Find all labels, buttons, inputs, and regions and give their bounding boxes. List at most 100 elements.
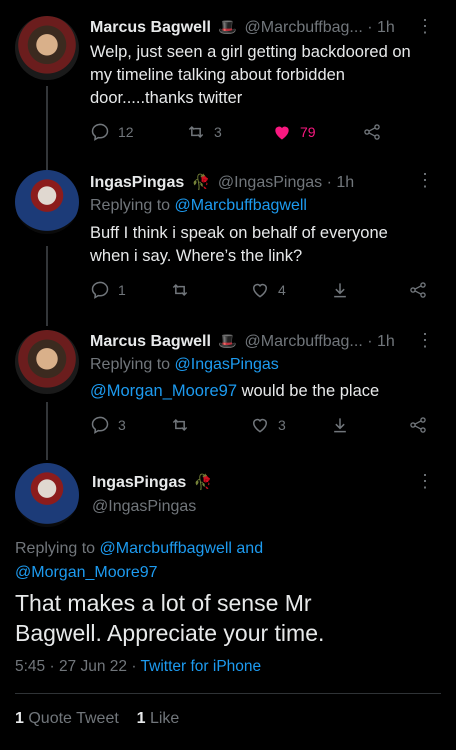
- name-emoji: 🥀: [191, 174, 211, 191]
- more-icon[interactable]: ⋮: [416, 170, 434, 191]
- tweet-3[interactable]: Marcus Bagwell 🎩 @Marcbuffbag... · 1h ⋮ …: [0, 320, 456, 455]
- user-handle-row: @IngasPingas: [92, 498, 196, 516]
- share-icon: [410, 417, 426, 433]
- bookmark-button[interactable]: [330, 415, 358, 435]
- tweet-stats: 1 Quote Tweet 1 Like: [15, 710, 179, 728]
- retweet-count: 3: [214, 124, 222, 140]
- retweet-icon: [188, 125, 204, 139]
- more-icon[interactable]: ⋮: [416, 330, 434, 351]
- timestamp[interactable]: · 1h: [367, 19, 395, 36]
- name-emoji: 🥀: [193, 474, 213, 491]
- avatar[interactable]: [15, 170, 79, 234]
- replying-to-and: and: [231, 540, 264, 557]
- main-tweet-text-line: Bagwell. Appreciate your time.: [15, 620, 325, 646]
- name-emoji: 🎩: [218, 19, 238, 36]
- replying-to-handle-2[interactable]: @Morgan_Moore97: [15, 564, 158, 581]
- like-label: Like: [149, 710, 180, 727]
- reply-button[interactable]: 1: [90, 280, 126, 300]
- retweet-icon: [172, 283, 188, 297]
- display-name[interactable]: IngasPingas: [92, 474, 186, 491]
- main-tweet-text-line: That makes a lot of sense Mr: [15, 590, 312, 616]
- user-handle[interactable]: @Marcbuffbag...: [245, 333, 363, 350]
- tweet-actions: 12 3 79: [90, 122, 430, 144]
- avatar[interactable]: [15, 16, 79, 80]
- download-icon: [334, 418, 346, 433]
- tweet-text: Buff I think i speak on behalf of everyo…: [90, 222, 440, 268]
- tweet-timestamp[interactable]: 5:45 · 27 Jun 22 ·: [15, 658, 137, 675]
- share-icon: [364, 124, 380, 140]
- reply-button[interactable]: 3: [90, 415, 126, 435]
- reply-count: 3: [118, 417, 126, 433]
- like-count: 1: [136, 710, 146, 727]
- replying-to-label: Replying to: [90, 197, 171, 214]
- tweet-text-line: Buff I think i speak on behalf of everyo…: [90, 224, 388, 242]
- reply-icon: [91, 281, 109, 299]
- bookmark-button[interactable]: [330, 280, 358, 300]
- heart-icon: [252, 283, 268, 298]
- replying-to-handle[interactable]: @Marcbuffbagwell: [175, 197, 307, 214]
- more-icon[interactable]: ⋮: [416, 471, 434, 492]
- tweet-header: Marcus Bagwell 🎩 @Marcbuffbag... · 1h: [90, 332, 395, 351]
- divider: [15, 693, 441, 694]
- retweet-icon: [172, 418, 188, 432]
- tweet-actions: 3 3: [90, 415, 430, 437]
- avatar[interactable]: [15, 463, 79, 527]
- likes-link[interactable]: 1 Like: [137, 710, 180, 727]
- like-button[interactable]: 3: [250, 415, 286, 435]
- replying-to-label: Replying to: [15, 540, 96, 557]
- timestamp[interactable]: · 1h: [367, 333, 395, 350]
- main-tweet-text: That makes a lot of sense Mr Bagwell. Ap…: [15, 588, 324, 648]
- user-handle[interactable]: @IngasPingas: [218, 174, 322, 191]
- retweet-button[interactable]: [170, 280, 198, 300]
- reply-icon: [91, 416, 109, 434]
- replying-to-handle[interactable]: @IngasPingas: [175, 356, 279, 373]
- replying-to: Replying to @Marcbuffbagwell: [90, 197, 307, 215]
- share-button[interactable]: [408, 415, 436, 435]
- reply-icon: [91, 123, 109, 141]
- like-button[interactable]: 4: [250, 280, 286, 300]
- avatar[interactable]: [15, 330, 79, 394]
- heart-icon: [252, 418, 268, 433]
- replying-to: Replying to @IngasPingas: [90, 356, 279, 374]
- tweet-text: @Morgan_Moore97 would be the place: [90, 380, 440, 403]
- like-button[interactable]: 79: [272, 122, 316, 142]
- quote-label: Quote Tweet: [28, 710, 119, 727]
- download-icon: [334, 283, 346, 298]
- share-button[interactable]: [408, 280, 436, 300]
- like-count: 3: [278, 417, 286, 433]
- tweet-source[interactable]: Twitter for iPhone: [141, 658, 262, 675]
- heart-filled-icon: [275, 126, 289, 140]
- mention-link[interactable]: @Morgan_Moore97: [90, 382, 237, 400]
- user-handle[interactable]: @IngasPingas: [92, 498, 196, 515]
- reply-count: 12: [118, 124, 134, 140]
- tweet-1[interactable]: Marcus Bagwell 🎩 @Marcbuffbag... · 1h ⋮ …: [0, 0, 456, 160]
- tweet-text-rest: would be the place: [237, 382, 380, 400]
- replying-to-handle-1[interactable]: @Marcbuffbagwell: [100, 540, 232, 557]
- tweet-text: Welp, just seen a girl getting backdoore…: [90, 41, 440, 110]
- tweet-header: Marcus Bagwell 🎩 @Marcbuffbag... · 1h: [90, 18, 395, 37]
- display-name[interactable]: IngasPingas: [90, 174, 184, 191]
- share-button[interactable]: [362, 122, 390, 142]
- tweet-text-line: Welp, just seen a girl getting backdoore…: [90, 43, 411, 61]
- main-replying-to: Replying to @Marcbuffbagwell and: [15, 540, 263, 558]
- tweet-header: IngasPingas 🥀 @IngasPingas · 1h: [90, 173, 354, 192]
- tweet-text-line: when i say. Where’s the link?: [90, 247, 303, 265]
- reply-count: 1: [118, 282, 126, 298]
- tweet-text-line: door.....thanks twitter: [90, 89, 243, 107]
- tweet-text-line: my timeline talking about forbidden: [90, 66, 345, 84]
- share-icon: [410, 282, 426, 298]
- like-count: 4: [278, 282, 286, 298]
- retweet-button[interactable]: [170, 415, 198, 435]
- display-name[interactable]: Marcus Bagwell: [90, 333, 211, 350]
- main-replying-to-2: @Morgan_Moore97: [15, 564, 158, 582]
- tweet-meta: 5:45 · 27 Jun 22 · Twitter for iPhone: [15, 658, 261, 676]
- retweet-button[interactable]: 3: [186, 122, 222, 142]
- timestamp[interactable]: · 1h: [327, 174, 355, 191]
- quote-count: 1: [15, 710, 24, 727]
- tweet-2[interactable]: IngasPingas 🥀 @IngasPingas · 1h ⋮ Replyi…: [0, 160, 456, 320]
- reply-button[interactable]: 12: [90, 122, 134, 142]
- display-name[interactable]: Marcus Bagwell: [90, 19, 211, 36]
- more-icon[interactable]: ⋮: [416, 16, 434, 37]
- user-handle[interactable]: @Marcbuffbag...: [245, 19, 363, 36]
- quote-tweets-link[interactable]: 1 Quote Tweet: [15, 710, 119, 727]
